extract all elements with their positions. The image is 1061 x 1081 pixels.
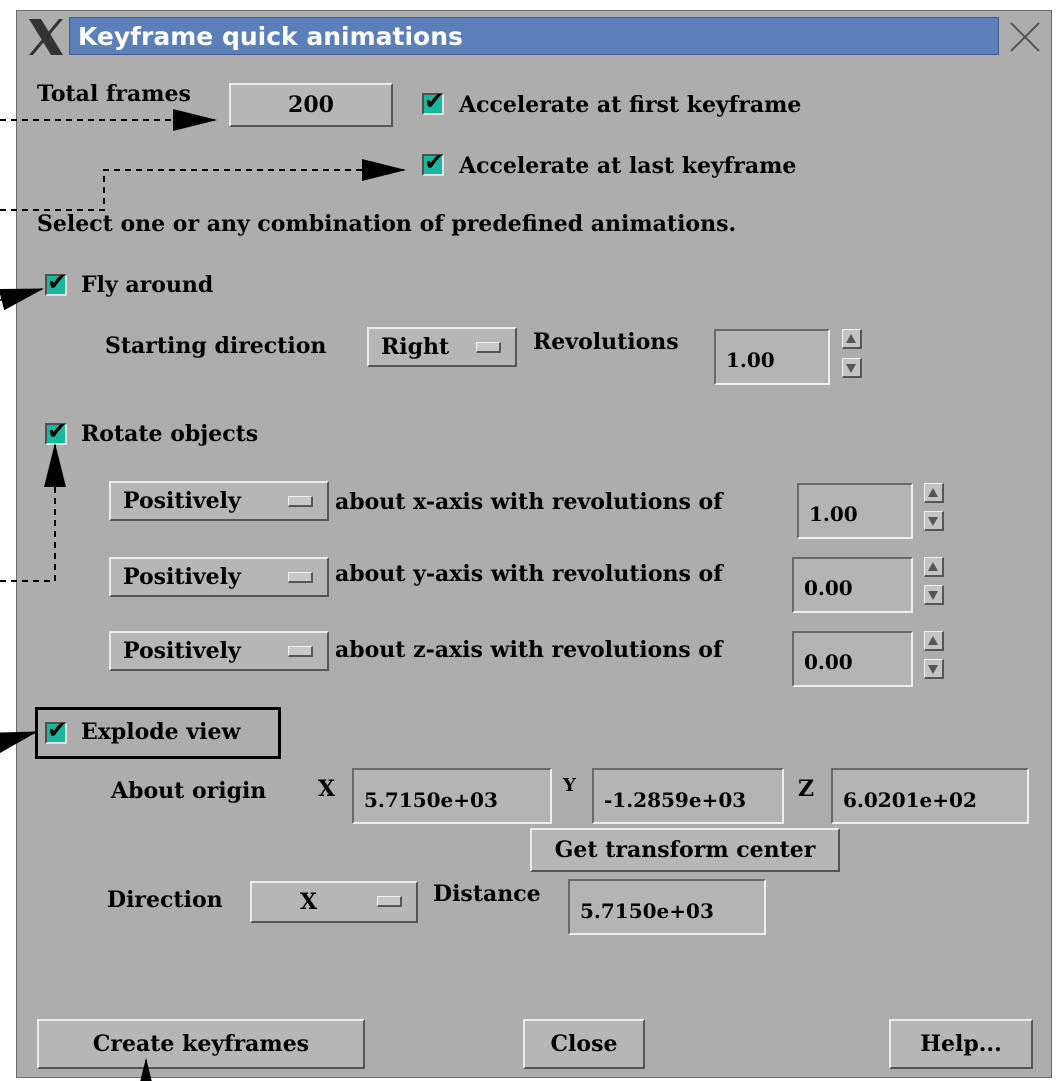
arrow-accelerate-last [0, 159, 406, 211]
arrow-fly-around [0, 288, 44, 311]
arrow-explode-view [0, 731, 38, 754]
callout-arrows [0, 109, 406, 1081]
arrow-rotate-objects [0, 443, 66, 582]
